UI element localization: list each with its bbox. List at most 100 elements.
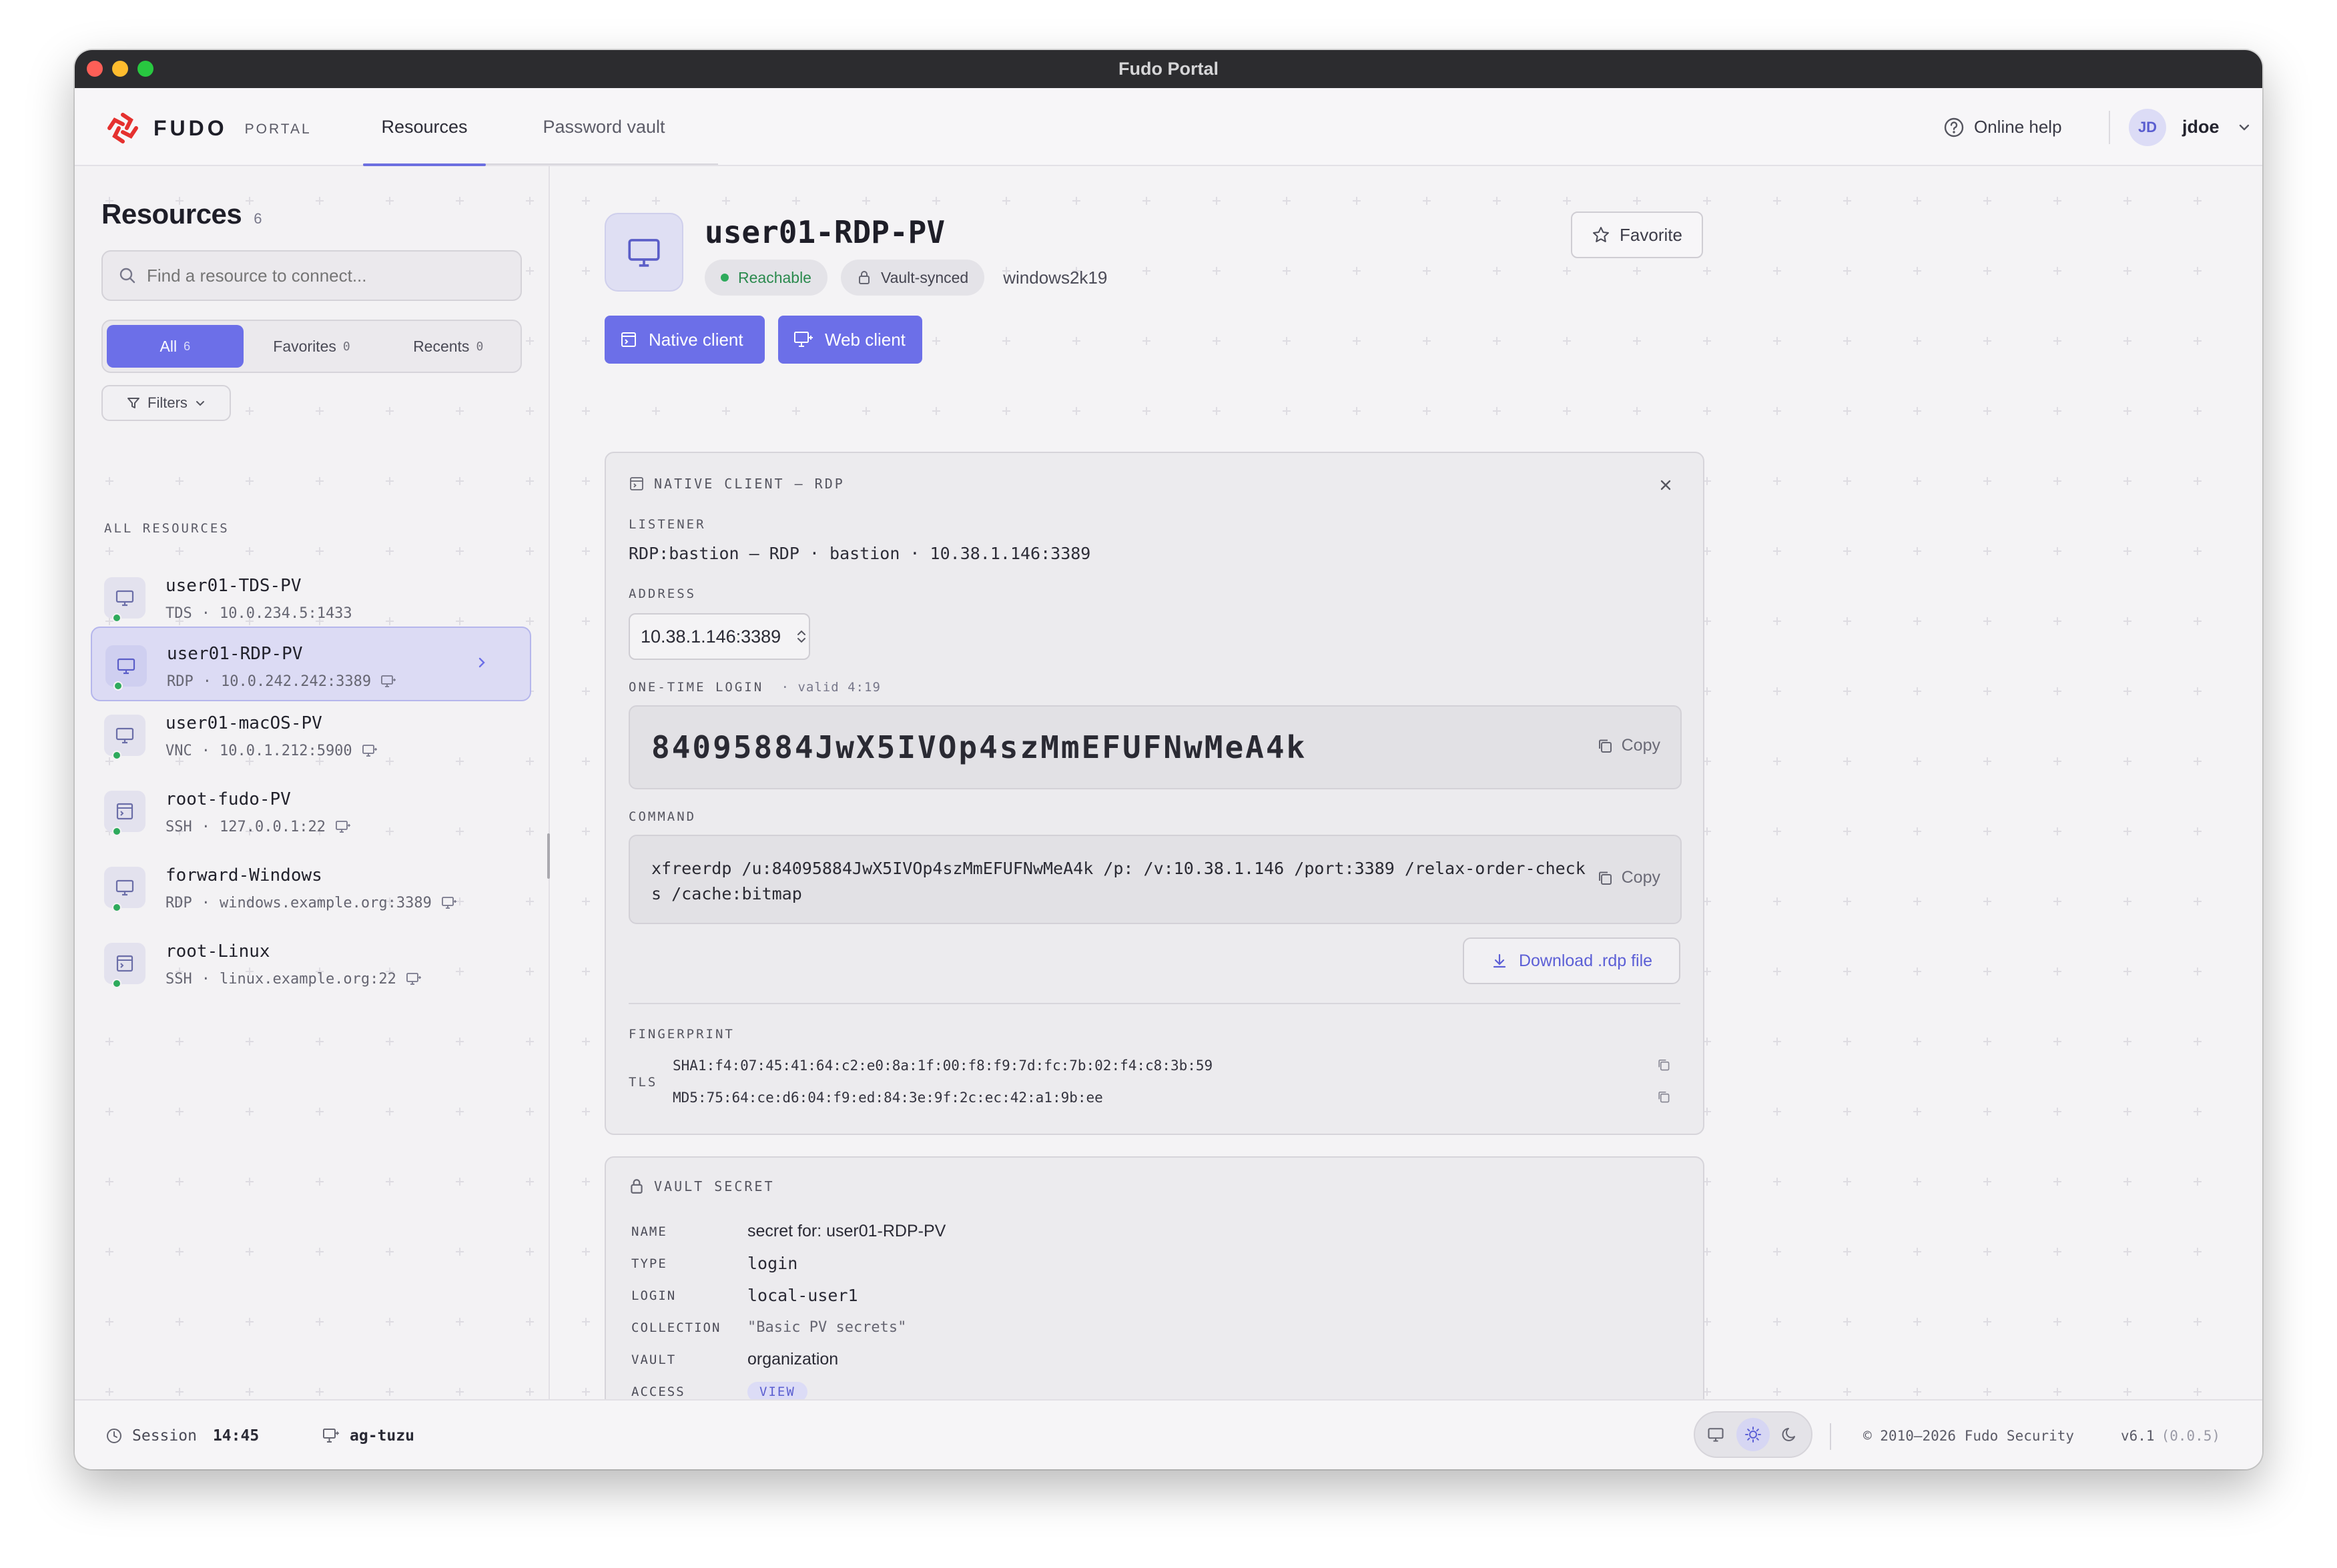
otp-value[interactable]: 84095884JwX5IVOp4szMmEFUFNwMeA4k (651, 729, 1307, 765)
filter-icon (127, 398, 140, 408)
online-help-label: Online help (1974, 117, 2062, 137)
sidebar-resize-handle[interactable] (547, 833, 550, 879)
online-help-link[interactable]: Online help (1943, 88, 2062, 166)
tab-password-vault-label: Password vault (543, 117, 665, 137)
favorite-button[interactable]: Favorite (1571, 212, 1703, 258)
close-window-button[interactable] (87, 61, 103, 77)
command-value[interactable]: xfreerdp /u:84095884JwX5IVOp4szMmEFUFNwM… (651, 856, 1586, 907)
web-client-button[interactable]: Web client (778, 316, 922, 364)
vault-synced-label: Vault-synced (880, 268, 969, 286)
vault-key: ACCESS (631, 1385, 685, 1399)
sidebar-title: Resources (101, 198, 242, 230)
resource-protocol: RDP (165, 895, 192, 911)
theme-light-button[interactable] (1736, 1418, 1770, 1451)
vault-key: NAME (631, 1224, 667, 1239)
separator-dot: · (201, 819, 210, 835)
copy-icon[interactable] (1656, 1090, 1671, 1104)
segment-all[interactable]: All 6 (107, 325, 244, 368)
status-online-dot (721, 274, 729, 282)
resource-protocol: SSH (165, 971, 192, 988)
resource-icon (104, 943, 145, 988)
separator-dot: · (202, 673, 212, 690)
tab-password-vault[interactable]: Password vault (502, 88, 706, 166)
native-client-button[interactable]: Native client (605, 316, 765, 364)
zoom-window-button[interactable] (137, 61, 153, 77)
session-time: 14:45 (212, 1427, 260, 1445)
resource-filter-tabs: All 6 Favorites 0 Recents 0 (101, 320, 522, 373)
web-client-available-icon (406, 972, 421, 985)
native-client-card: NATIVE CLIENT — RDP LISTENER RDP:bastion… (605, 452, 1704, 1135)
separator-dot: · (201, 743, 210, 759)
session-info: Session 14:45 (105, 1401, 259, 1469)
segment-recents-count: 0 (476, 339, 484, 354)
native-client-card-header: NATIVE CLIENT — RDP (629, 476, 845, 492)
top-header: FUDO PORTAL Resources Password vault Onl… (75, 88, 2262, 166)
copy-otp-button[interactable]: Copy (1596, 736, 1660, 755)
resource-item[interactable]: root-fudo-PV SSH · 127.0.0.1:22 (91, 773, 531, 848)
brand-logo[interactable]: FUDO PORTAL (104, 109, 312, 147)
otp-label: ONE-TIME LOGIN · valid 4:19 (629, 680, 881, 695)
vault-key: TYPE (631, 1256, 667, 1271)
status-online-dot (112, 827, 121, 836)
address-select[interactable]: 10.38.1.146:3389 (629, 613, 810, 660)
segment-favorites[interactable]: Favorites 0 (244, 325, 380, 368)
tab-resources[interactable]: Resources (363, 88, 486, 166)
resource-item[interactable]: forward-Windows RDP · windows.example.org:… (91, 849, 531, 924)
resource-meta: RDP · 10.0.242.242:3389 (167, 673, 396, 690)
favorite-label: Favorite (1620, 224, 1682, 245)
vault-key: VAULT (631, 1352, 677, 1367)
download-rdp-label: Download .rdp file (1518, 951, 1653, 970)
vault-value: login (747, 1254, 798, 1273)
status-online-dot (112, 979, 121, 988)
monitor-icon[interactable] (1706, 1425, 1725, 1444)
resource-item[interactable]: root-Linux SSH · linux.example.org:22 (91, 925, 531, 1000)
resource-meta: RDP · windows.example.org:3389 (165, 895, 457, 911)
resource-badges: Reachable Vault-synced windows2k19 (705, 260, 1112, 296)
moon-icon[interactable] (1781, 1425, 1800, 1444)
copy-icon[interactable] (1656, 1058, 1671, 1072)
resource-item[interactable]: user01-TDS-PV TDS · 10.0.234.5:1433 (91, 560, 531, 635)
minimize-window-button[interactable] (112, 61, 128, 77)
web-client-available-icon (381, 675, 396, 687)
resource-icon (105, 645, 147, 691)
web-client-available-icon (336, 820, 350, 833)
vault-secret-header: VAULT SECRET (629, 1178, 775, 1195)
search-input[interactable] (147, 265, 494, 286)
title-bar: Fudo Portal (75, 50, 2262, 88)
status-footer: Session 14:45 ag-tuzu © 2010–2026 Fudo S… (75, 1399, 2262, 1469)
lock-icon (858, 271, 870, 284)
window-controls (87, 61, 153, 77)
gateway-info: ag-tuzu (322, 1401, 414, 1469)
resource-meta: TDS · 10.0.234.5:1433 (165, 605, 352, 622)
vault-value: organization (747, 1350, 839, 1368)
resource-protocol: VNC (165, 743, 192, 759)
divider (629, 1003, 1680, 1004)
search-field[interactable] (101, 250, 522, 301)
copy-command-button[interactable]: Copy (1596, 868, 1660, 887)
monitor-icon (117, 658, 135, 675)
resource-name: user01-macOS-PV (165, 713, 322, 733)
resource-address: 10.0.1.212:5900 (220, 743, 352, 759)
copyright-text: © 2010–2026 Fudo Security (1863, 1427, 2075, 1444)
resource-item-selected[interactable]: user01-RDP-PV RDP · 10.0.242.242:3389 (91, 627, 531, 701)
download-rdp-button[interactable]: Download .rdp file (1463, 937, 1680, 984)
otp-label-text: ONE-TIME LOGIN (629, 680, 764, 695)
filters-button[interactable]: Filters (101, 385, 231, 421)
clock-icon (107, 1428, 121, 1443)
resource-address: linux.example.org:22 (220, 971, 396, 988)
chevron-down-icon (196, 401, 204, 406)
version-info: v6.1 (0.0.5) (2121, 1401, 2220, 1469)
resource-count: 6 (254, 210, 262, 227)
separator-dot: · (201, 895, 210, 911)
separator-dot: · (201, 605, 210, 622)
segment-recents[interactable]: Recents 0 (380, 325, 517, 368)
star-icon (1593, 227, 1610, 242)
user-menu[interactable]: JD jdoe (2110, 88, 2252, 166)
monitor-icon (115, 879, 134, 896)
search-icon (119, 268, 135, 284)
close-icon[interactable] (1658, 477, 1674, 493)
app-window: Fudo Portal FUDO PORTAL Resources Passwo… (75, 50, 2262, 1469)
resource-meta: SSH · 127.0.0.1:22 (165, 819, 351, 835)
command-box: xfreerdp /u:84095884JwX5IVOp4szMmEFUFNwM… (629, 835, 1682, 924)
resource-item[interactable]: user01-macOS-PV VNC · 10.0.1.212:5900 (91, 697, 531, 772)
